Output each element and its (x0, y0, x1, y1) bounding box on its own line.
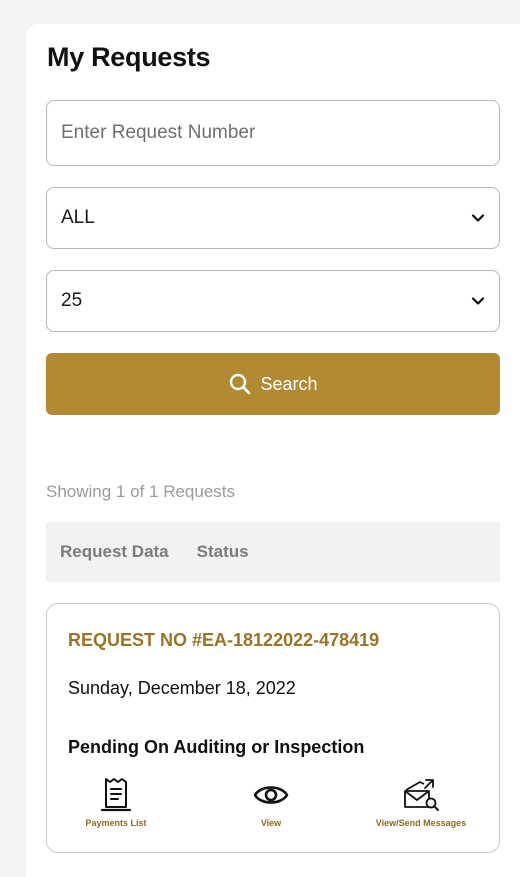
column-header-status: Status (196, 542, 249, 561)
chevron-down-icon (471, 214, 485, 222)
chevron-down-icon (471, 297, 485, 305)
request-date: Sunday, December 18, 2022 (68, 678, 296, 698)
request-number-input[interactable]: Enter Request Number (46, 100, 500, 166)
results-summary: Showing 1 of 1 Requests (46, 482, 236, 501)
request-number-placeholder: Enter Request Number (61, 122, 256, 143)
request-number: REQUEST NO #EA-18122022-478419 (68, 630, 380, 650)
view-send-messages-button[interactable]: View/Send Messages (361, 776, 481, 828)
search-button[interactable]: Search (46, 353, 500, 415)
page-size-value: 25 (61, 290, 83, 311)
payments-list-label: Payments List (85, 818, 147, 828)
payments-list-button[interactable]: Payments List (56, 776, 176, 828)
search-button-label: Search (260, 373, 318, 394)
view-label: View (260, 818, 282, 828)
status-filter-select[interactable]: ALL (46, 187, 500, 249)
receipt-icon (100, 778, 132, 812)
view-button[interactable]: View (211, 776, 331, 828)
status-filter-value: ALL (61, 207, 95, 228)
page-title: My Requests (47, 42, 211, 72)
request-status: Pending On Auditing or Inspection (68, 737, 365, 757)
column-header-request-data: Request Data (60, 542, 169, 561)
page-size-select[interactable]: 25 (46, 270, 500, 332)
results-table-header: Request Data Status (46, 522, 500, 582)
search-icon (230, 373, 251, 395)
request-card: REQUEST NO #EA-18122022-478419 Sunday, D… (46, 603, 500, 853)
message-search-icon (404, 779, 439, 811)
view-send-messages-label: View/Send Messages (375, 818, 467, 828)
eye-icon (253, 786, 289, 804)
